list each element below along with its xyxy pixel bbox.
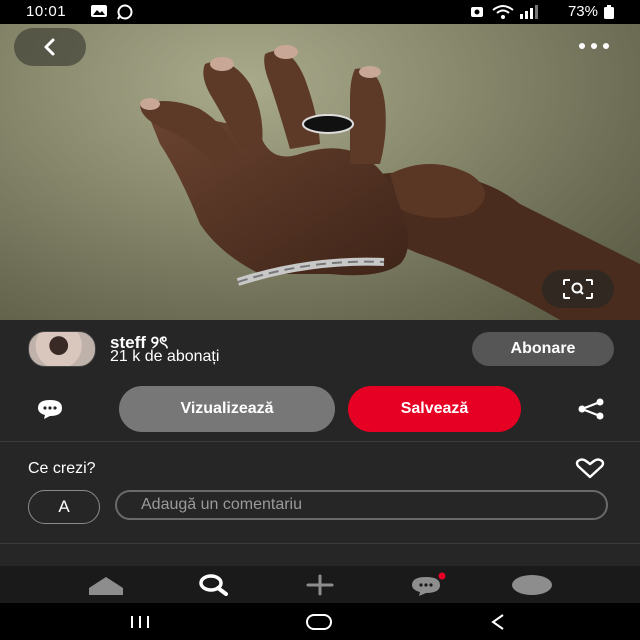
react-button[interactable] [572,458,608,480]
pin-details-panel: steff ୨ৎ 21 k de abonați Abonare Vizuali… [0,320,640,566]
comments-prompt: Ce crezi? [28,460,96,477]
nav-messages[interactable] [398,566,458,603]
search-icon [199,573,228,596]
nav-search[interactable] [184,566,244,603]
more-options-button[interactable] [574,38,614,54]
messages-icon [412,572,446,596]
whatsapp-icon [117,4,133,20]
plus-icon [306,574,334,595]
recent-apps-button[interactable] [110,603,170,640]
share-icon [578,398,604,420]
battery-icon [604,5,614,19]
heart-icon [575,458,605,479]
clock: 10:01 [26,3,67,20]
gallery-icon [91,5,107,17]
more-horizontal-icon [579,43,609,49]
camera-status-icon [471,7,483,17]
share-button[interactable] [574,398,608,420]
home-system-button[interactable] [289,603,349,640]
hands-illustration [140,45,640,320]
subscriber-count: 21 k de abonați [110,348,220,365]
pin-image[interactable] [0,24,640,320]
divider [0,543,640,544]
nav-create[interactable] [290,566,350,603]
view-button[interactable]: Vizualizează [119,386,335,432]
signal-icon [520,5,538,19]
nav-home[interactable] [76,566,136,603]
save-button[interactable]: Salvează [348,386,521,432]
comment-input[interactable] [115,490,608,520]
creator-avatar[interactable] [28,331,96,367]
follow-button[interactable]: Abonare [472,332,614,366]
user-avatar: A [28,490,100,524]
comments-button[interactable] [30,398,70,420]
battery-percent: 73% [567,3,598,20]
chevron-left-icon [44,38,55,56]
home-icon [89,576,123,595]
system-navigation [0,603,640,640]
wifi-icon [492,5,514,19]
nav-profile[interactable] [502,566,562,603]
back-system-button[interactable] [468,603,528,640]
recent-apps-icon [131,615,149,628]
bottom-navigation [0,566,640,603]
home-circle-icon [306,613,332,630]
profile-icon [512,574,552,595]
speech-bubble-icon [38,400,62,419]
back-button[interactable] [14,28,86,66]
visual-search-button[interactable] [542,270,614,308]
visual-search-icon [563,279,593,299]
back-arrow-icon [491,613,504,630]
status-bar: 10:01 73% [0,0,640,24]
divider [0,441,640,442]
